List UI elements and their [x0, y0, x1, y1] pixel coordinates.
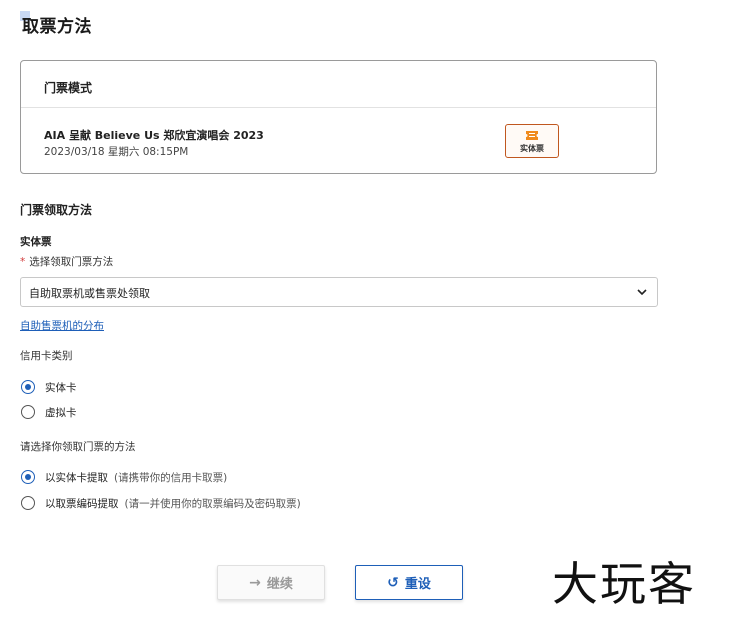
- ticket-mode-card: 门票模式 AIA 呈献 Believe Us 郑欣宜演唱会 2023 2023/…: [20, 60, 657, 174]
- card-type-option-virtual[interactable]: 虚拟卡: [21, 404, 77, 420]
- method-label-text: 选择领取门票方法: [29, 256, 114, 268]
- physical-ticket-badge[interactable]: 实体票: [505, 124, 559, 158]
- collection-section-title: 门票领取方法: [20, 203, 93, 217]
- event-datetime: 2023/03/18 星期六 08:15PM: [44, 146, 189, 158]
- ticket-mode-header: 门票模式: [21, 61, 656, 108]
- method-field-label: * 选择领取门票方法: [20, 254, 113, 269]
- radio-label: 以取票编码提取: [45, 497, 119, 510]
- arrow-right-icon: →: [249, 574, 261, 591]
- radio-label: 虚拟卡: [45, 406, 77, 419]
- radio-note: (请一并使用你的取票编码及密码取票): [124, 497, 301, 510]
- ticket-icon: [526, 131, 538, 140]
- collection-method-select[interactable]: 自助取票机或售票处领取: [20, 277, 658, 307]
- collection-method-value: 自助取票机或售票处领取: [29, 287, 150, 300]
- radio-button-checked[interactable]: [21, 380, 35, 394]
- continue-button[interactable]: → 继续: [217, 565, 325, 600]
- radio-label: 以实体卡提取: [45, 471, 108, 484]
- pickup-option-card[interactable]: 以实体卡提取 (请携带你的信用卡取票): [21, 469, 227, 485]
- kiosk-locations-link[interactable]: 自助售票机的分布: [20, 318, 104, 333]
- pickup-method-label: 请选择你领取门票的方法: [20, 441, 136, 453]
- radio-note: (请携带你的信用卡取票): [114, 471, 228, 484]
- watermark-logo: 大玩客: [552, 557, 696, 611]
- reset-label: 重设: [404, 577, 431, 592]
- pickup-option-code[interactable]: 以取票编码提取 (请一并使用你的取票编码及密码取票): [21, 495, 301, 511]
- ticket-type-label: 实体票: [20, 236, 52, 248]
- radio-button[interactable]: [21, 496, 35, 510]
- event-name: AIA 呈献 Believe Us 郑欣宜演唱会 2023: [44, 129, 264, 142]
- radio-button[interactable]: [21, 405, 35, 419]
- reset-button[interactable]: ↺ 重设: [355, 565, 463, 600]
- chevron-down-icon: [637, 289, 647, 296]
- card-type-option-physical[interactable]: 实体卡: [21, 379, 77, 395]
- radio-label: 实体卡: [45, 381, 77, 394]
- ticket-badge-label: 实体票: [520, 144, 544, 153]
- refresh-icon: ↺: [387, 574, 399, 591]
- continue-label: 继续: [266, 577, 293, 592]
- radio-button-checked[interactable]: [21, 470, 35, 484]
- card-type-label: 信用卡类别: [20, 350, 73, 362]
- required-marker: *: [20, 256, 26, 268]
- page-title: 取票方法: [22, 17, 92, 37]
